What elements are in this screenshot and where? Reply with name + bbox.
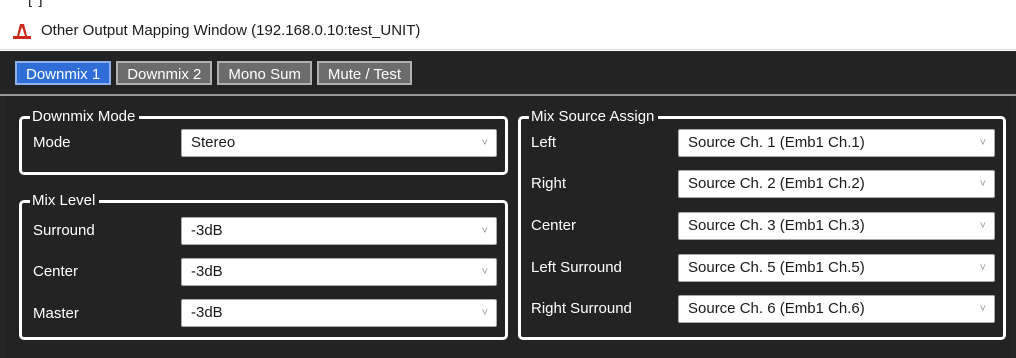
mix-source-assign-title: Mix Source Assign — [529, 108, 659, 126]
chevron-down-icon: ˅ — [979, 303, 986, 315]
right-surround-source-label: Right Surround — [531, 300, 632, 317]
app-logo-icon — [11, 21, 33, 41]
right-source-label: Right — [531, 175, 567, 192]
tab-downmix-1[interactable]: Downmix 1 — [15, 61, 112, 85]
chevron-down-icon: ˅ — [481, 266, 488, 278]
master-level-value: -3dB — [191, 304, 223, 321]
center-source-label: Center — [531, 217, 577, 234]
surround-level-value: -3dB — [191, 222, 223, 239]
downmix-mode-title: Downmix Mode — [30, 108, 140, 126]
master-level-select[interactable]: -3dB ˅ — [181, 299, 497, 327]
left-surround-source-select[interactable]: Source Ch. 5 (Emb1 Ch.5) ˅ — [678, 254, 995, 282]
mix-source-assign-group: Mix Source Assign Left Source Ch. 1 (Emb… — [518, 108, 1006, 340]
surround-level-label: Surround — [33, 222, 95, 239]
content-panel: Downmix Mode Mode Stereo ˅ Mix Level Sur… — [5, 96, 1011, 358]
center-level-select[interactable]: -3dB ˅ — [181, 258, 497, 286]
left-source-select[interactable]: Source Ch. 1 (Emb1 Ch.1) ˅ — [678, 129, 995, 157]
mode-select-value: Stereo — [191, 134, 236, 151]
center-level-value: -3dB — [191, 263, 223, 280]
chevron-down-icon: ˅ — [979, 137, 986, 149]
tab-downmix-2[interactable]: Downmix 2 — [116, 61, 213, 85]
chevron-down-icon: ˅ — [979, 178, 986, 190]
right-surround-source-value: Source Ch. 6 (Emb1 Ch.6) — [688, 300, 865, 317]
right-surround-source-select[interactable]: Source Ch. 6 (Emb1 Ch.6) ˅ — [678, 295, 995, 323]
tab-content: Downmix Mode Mode Stereo ˅ Mix Level Sur… — [0, 89, 1016, 358]
partial-top-text: [ ] — [28, 0, 44, 8]
chevron-down-icon: ˅ — [979, 220, 986, 232]
left-surround-source-value: Source Ch. 5 (Emb1 Ch.5) — [688, 259, 865, 276]
window-titlebar: Other Output Mapping Window (192.168.0.1… — [0, 12, 1016, 50]
mix-level-title: Mix Level — [30, 192, 100, 210]
top-edge-strip: [ ] — [0, 0, 1016, 12]
tab-bar: Downmix 1 Downmix 2 Mono Sum Mute / Test — [0, 51, 1016, 89]
center-source-select[interactable]: Source Ch. 3 (Emb1 Ch.3) ˅ — [678, 212, 995, 240]
mix-level-group: Mix Level Surround -3dB ˅ Center -3dB ˅ … — [19, 192, 508, 340]
left-source-value: Source Ch. 1 (Emb1 Ch.1) — [688, 134, 865, 151]
chevron-down-icon: ˅ — [481, 225, 488, 237]
right-source-value: Source Ch. 2 (Emb1 Ch.2) — [688, 175, 865, 192]
chevron-down-icon: ˅ — [481, 137, 488, 149]
chevron-down-icon: ˅ — [979, 262, 986, 274]
center-level-label: Center — [33, 263, 79, 280]
mode-label: Mode — [33, 134, 71, 151]
window-title: Other Output Mapping Window (192.168.0.1… — [41, 22, 421, 39]
tab-mute-test[interactable]: Mute / Test — [316, 61, 413, 85]
surround-level-select[interactable]: -3dB ˅ — [181, 217, 497, 245]
left-source-label: Left — [531, 134, 557, 151]
mode-select[interactable]: Stereo ˅ — [181, 129, 497, 157]
downmix-mode-group: Downmix Mode Mode Stereo ˅ — [19, 108, 508, 175]
right-source-select[interactable]: Source Ch. 2 (Emb1 Ch.2) ˅ — [678, 170, 995, 198]
left-surround-source-label: Left Surround — [531, 259, 622, 276]
center-source-value: Source Ch. 3 (Emb1 Ch.3) — [688, 217, 865, 234]
chevron-down-icon: ˅ — [481, 307, 488, 319]
master-level-label: Master — [33, 305, 79, 322]
tab-mono-sum[interactable]: Mono Sum — [217, 61, 312, 85]
